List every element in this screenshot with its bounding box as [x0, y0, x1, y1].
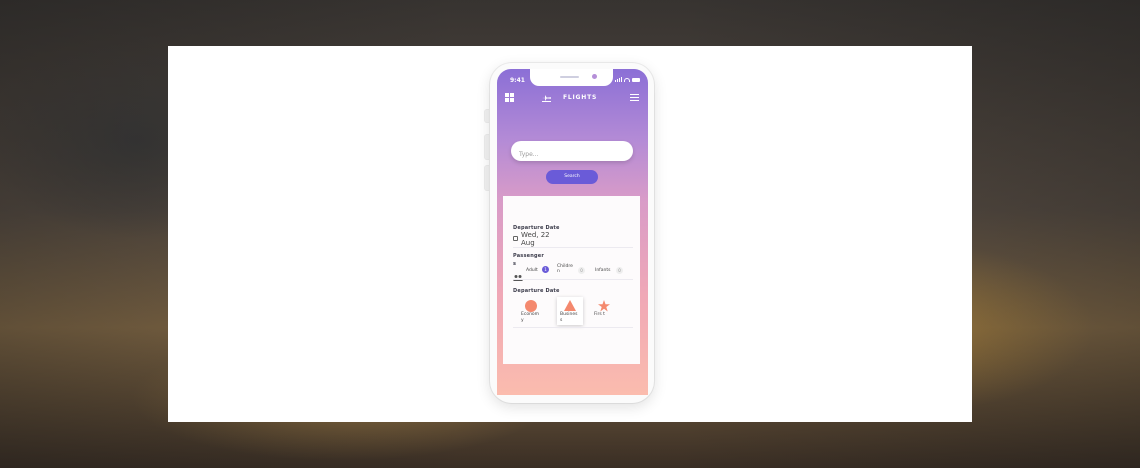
- phone-screen: 9:41 FLIGHTS Search Departure Date Wed, …: [497, 69, 648, 395]
- signal-icon: [615, 77, 622, 82]
- wifi-icon: [624, 77, 630, 82]
- class-section-label: Departure Date: [513, 288, 560, 294]
- plane-icon: [542, 94, 551, 102]
- class-label-first: Firs t: [594, 312, 605, 317]
- divider: [513, 327, 633, 328]
- sliders-icon[interactable]: [630, 94, 639, 102]
- class-option-first[interactable]: Firs t: [591, 297, 617, 325]
- front-camera: [592, 74, 597, 79]
- class-option-business[interactable]: Busines s: [557, 297, 583, 325]
- booking-card: Departure Date Wed, 22 Aug Passenger s A…: [503, 196, 640, 364]
- children-label: Childre n: [557, 264, 573, 274]
- people-icon: [513, 266, 523, 281]
- status-icons: [615, 77, 640, 82]
- infants-count[interactable]: 0: [616, 267, 623, 274]
- divider: [513, 247, 633, 248]
- search-button[interactable]: Search: [546, 170, 598, 184]
- speaker-grille: [560, 76, 579, 78]
- triangle-icon: [564, 300, 576, 311]
- children-count[interactable]: 0: [578, 267, 585, 274]
- search-field[interactable]: [511, 141, 633, 165]
- class-option-economy[interactable]: Econom y: [518, 297, 544, 325]
- departure-date-value[interactable]: Wed, 22 Aug: [521, 231, 561, 247]
- adult-count[interactable]: 1: [542, 266, 549, 273]
- divider: [513, 279, 633, 280]
- circle-icon: [525, 300, 537, 312]
- status-time: 9:41: [510, 77, 525, 84]
- class-label-economy: Econom y: [521, 312, 540, 323]
- page-title: FLIGHTS: [563, 94, 598, 101]
- class-label-business: Busines s: [560, 312, 578, 323]
- adult-label: Adult: [526, 268, 538, 273]
- phone-notch: [530, 69, 613, 86]
- search-input[interactable]: [511, 144, 633, 165]
- grid-icon[interactable]: [505, 93, 514, 102]
- infants-label: Infants: [595, 268, 611, 273]
- star-icon: [598, 300, 610, 312]
- calendar-icon: [513, 236, 518, 241]
- battery-icon: [632, 77, 640, 82]
